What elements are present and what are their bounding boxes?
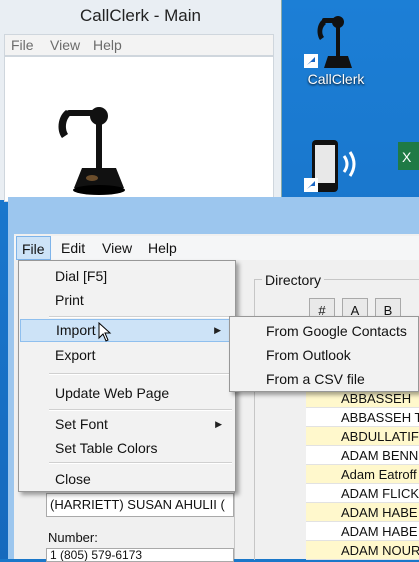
contact-name-field[interactable]: (HARRIETT) SUSAN AHULII ( <box>46 493 234 517</box>
number-field[interactable]: 1 (805) 579-6173 <box>46 548 234 562</box>
submenu-arrow-icon: ▶ <box>214 325 221 335</box>
mouse-cursor-icon <box>98 322 112 342</box>
directory-row[interactable]: ADAM HABE <box>306 503 419 522</box>
menu-view[interactable]: View <box>97 236 137 260</box>
mobile-phone-icon[interactable] <box>304 140 368 196</box>
directory-row[interactable]: ABBASSEH T <box>306 408 419 427</box>
directory-label: Directory <box>262 272 325 288</box>
menu-item-dial[interactable]: Dial [F5] <box>20 265 234 288</box>
menu-item-set-font[interactable]: Set Font ▶ <box>20 413 234 436</box>
background-menubar: File View Help <box>4 34 274 56</box>
excel-icon[interactable]: X <box>396 140 419 176</box>
menu-item-update-web-page[interactable]: Update Web Page <box>20 382 234 405</box>
bg-menu-help[interactable]: Help <box>93 37 122 53</box>
bg-menu-file[interactable]: File <box>11 37 34 53</box>
directory-row[interactable]: ADAM HABE <box>306 522 419 541</box>
bg-menu-view[interactable]: View <box>50 37 80 53</box>
menu-item-set-font-label: Set Font <box>55 416 108 432</box>
menu-item-import[interactable]: Import ▶ <box>20 319 234 342</box>
background-window-title: CallClerk - Main <box>80 6 201 25</box>
app-menubar: File Edit View Help <box>14 236 419 260</box>
candlestick-phone-icon <box>58 107 125 195</box>
menu-separator <box>49 409 232 411</box>
submenu-item-google-contacts[interactable]: From Google Contacts <box>266 319 407 343</box>
directory-row[interactable]: ABDULLATIF <box>306 427 419 446</box>
directory-row[interactable]: ADAM NOUR <box>306 541 419 560</box>
menu-item-import-label: Import <box>56 322 96 338</box>
menu-item-set-table-colors[interactable]: Set Table Colors <box>20 437 234 460</box>
submenu-item-csv[interactable]: From a CSV file <box>266 367 365 391</box>
menu-edit[interactable]: Edit <box>56 236 90 260</box>
directory-row[interactable]: ADAM FLICK <box>306 484 419 503</box>
number-label: Number: <box>48 530 98 545</box>
file-menu-dropdown: Dial [F5] Print Import ▶ Export Update W… <box>18 260 236 492</box>
menu-separator <box>49 373 232 375</box>
desktop-icon-label-callclerk[interactable]: CallClerk <box>296 71 376 87</box>
submenu-item-outlook[interactable]: From Outlook <box>266 343 351 367</box>
menu-item-print[interactable]: Print <box>20 289 234 312</box>
menu-item-close[interactable]: Close <box>20 468 234 491</box>
menu-help[interactable]: Help <box>143 236 182 260</box>
menu-separator <box>49 316 232 318</box>
submenu-arrow-icon: ▶ <box>215 419 222 429</box>
menu-separator <box>49 462 232 464</box>
directory-row[interactable]: ADAM BENN <box>306 446 419 465</box>
menu-file[interactable]: File <box>16 236 51 260</box>
import-submenu: From Google Contacts From Outlook From a… <box>229 316 419 392</box>
svg-text:X: X <box>402 149 412 165</box>
menu-item-export[interactable]: Export <box>20 344 234 367</box>
directory-row[interactable]: Adam Eatroff <box>306 465 419 484</box>
